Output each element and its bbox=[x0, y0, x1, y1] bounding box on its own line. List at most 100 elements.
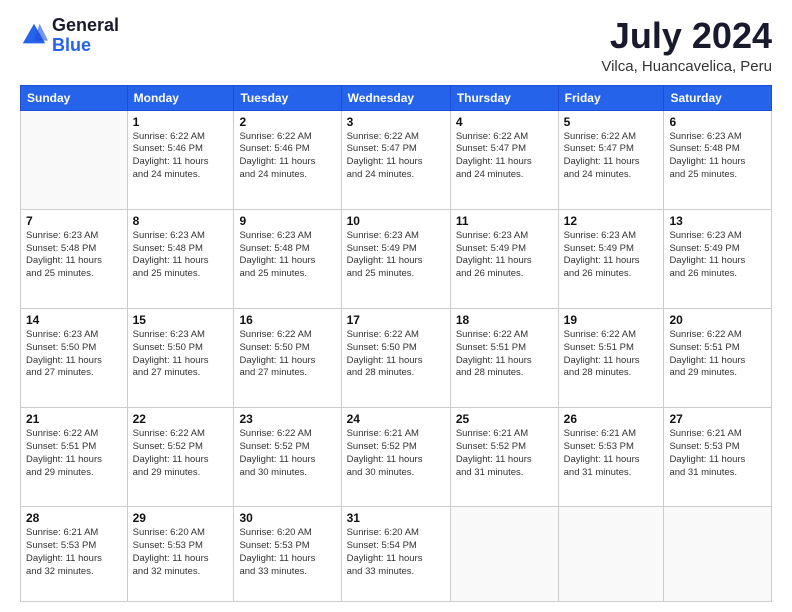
day-cell: 15 Sunrise: 6:23 AM Sunset: 5:50 PM Dayli… bbox=[127, 309, 234, 408]
day-number: 3 bbox=[347, 115, 445, 129]
day-cell: 16 Sunrise: 6:22 AM Sunset: 5:50 PM Dayli… bbox=[234, 309, 341, 408]
day-cell: 25 Sunrise: 6:21 AM Sunset: 5:52 PM Dayli… bbox=[450, 408, 558, 507]
day-number: 25 bbox=[456, 412, 553, 426]
day-cell: 26Sunrise: 6:21 AM Sunset: 5:53 PM Dayli… bbox=[558, 408, 664, 507]
day-detail: Sunrise: 6:23 AM Sunset: 5:50 PM Dayligh… bbox=[133, 329, 229, 380]
header: General Blue July 2024 Vilca, Huancaveli… bbox=[20, 16, 772, 75]
day-number: 27 bbox=[669, 412, 766, 426]
day-number: 21 bbox=[26, 412, 122, 426]
day-number: 22 bbox=[133, 412, 229, 426]
day-number: 30 bbox=[239, 511, 335, 525]
day-cell bbox=[664, 507, 772, 602]
day-detail: Sunrise: 6:22 AM Sunset: 5:47 PM Dayligh… bbox=[347, 131, 445, 182]
day-number: 6 bbox=[669, 115, 766, 129]
col-header-thursday: Thursday bbox=[450, 85, 558, 110]
day-cell: 2 Sunrise: 6:22 AM Sunset: 5:46 PM Daylig… bbox=[234, 110, 341, 209]
day-cell: 6 Sunrise: 6:23 AM Sunset: 5:48 PM Daylig… bbox=[664, 110, 772, 209]
day-cell: 31 Sunrise: 6:20 AM Sunset: 5:54 PM Dayli… bbox=[341, 507, 450, 602]
day-cell: 22 Sunrise: 6:22 AM Sunset: 5:52 PM Dayli… bbox=[127, 408, 234, 507]
day-cell: 13Sunrise: 6:23 AM Sunset: 5:49 PM Dayli… bbox=[664, 209, 772, 308]
day-detail: Sunrise: 6:22 AM Sunset: 5:50 PM Dayligh… bbox=[347, 329, 445, 380]
day-cell: 27 Sunrise: 6:21 AM Sunset: 5:53 PM Dayli… bbox=[664, 408, 772, 507]
day-detail: Sunrise: 6:22 AM Sunset: 5:47 PM Dayligh… bbox=[564, 131, 659, 182]
day-number: 17 bbox=[347, 313, 445, 327]
col-header-saturday: Saturday bbox=[664, 85, 772, 110]
day-detail: Sunrise: 6:21 AM Sunset: 5:53 PM Dayligh… bbox=[26, 527, 122, 578]
col-header-wednesday: Wednesday bbox=[341, 85, 450, 110]
day-number: 26 bbox=[564, 412, 659, 426]
day-number: 5 bbox=[564, 115, 659, 129]
logo: General Blue bbox=[20, 16, 119, 56]
day-detail: Sunrise: 6:22 AM Sunset: 5:51 PM Dayligh… bbox=[669, 329, 766, 380]
week-row-2: 7Sunrise: 6:23 AM Sunset: 5:48 PM Daylig… bbox=[21, 209, 772, 308]
day-detail: Sunrise: 6:23 AM Sunset: 5:48 PM Dayligh… bbox=[133, 230, 229, 281]
day-number: 15 bbox=[133, 313, 229, 327]
col-header-monday: Monday bbox=[127, 85, 234, 110]
day-number: 12 bbox=[564, 214, 659, 228]
day-number: 24 bbox=[347, 412, 445, 426]
location: Vilca, Huancavelica, Peru bbox=[601, 58, 772, 75]
day-detail: Sunrise: 6:22 AM Sunset: 5:51 PM Dayligh… bbox=[456, 329, 553, 380]
col-header-sunday: Sunday bbox=[21, 85, 128, 110]
day-cell bbox=[558, 507, 664, 602]
day-detail: Sunrise: 6:21 AM Sunset: 5:52 PM Dayligh… bbox=[456, 428, 553, 479]
day-cell: 18Sunrise: 6:22 AM Sunset: 5:51 PM Dayli… bbox=[450, 309, 558, 408]
day-detail: Sunrise: 6:20 AM Sunset: 5:53 PM Dayligh… bbox=[239, 527, 335, 578]
col-header-friday: Friday bbox=[558, 85, 664, 110]
day-detail: Sunrise: 6:22 AM Sunset: 5:52 PM Dayligh… bbox=[239, 428, 335, 479]
day-cell bbox=[450, 507, 558, 602]
day-detail: Sunrise: 6:20 AM Sunset: 5:53 PM Dayligh… bbox=[133, 527, 229, 578]
day-number: 29 bbox=[133, 511, 229, 525]
day-cell bbox=[21, 110, 128, 209]
logo-blue: Blue bbox=[52, 36, 119, 56]
calendar-table: SundayMondayTuesdayWednesdayThursdayFrid… bbox=[20, 85, 772, 602]
logo-icon bbox=[20, 21, 48, 49]
day-detail: Sunrise: 6:22 AM Sunset: 5:47 PM Dayligh… bbox=[456, 131, 553, 182]
day-detail: Sunrise: 6:23 AM Sunset: 5:48 PM Dayligh… bbox=[669, 131, 766, 182]
week-row-5: 28Sunrise: 6:21 AM Sunset: 5:53 PM Dayli… bbox=[21, 507, 772, 602]
day-cell: 28Sunrise: 6:21 AM Sunset: 5:53 PM Dayli… bbox=[21, 507, 128, 602]
day-number: 23 bbox=[239, 412, 335, 426]
logo-text: General Blue bbox=[52, 16, 119, 56]
day-detail: Sunrise: 6:22 AM Sunset: 5:52 PM Dayligh… bbox=[133, 428, 229, 479]
day-cell: 3 Sunrise: 6:22 AM Sunset: 5:47 PM Daylig… bbox=[341, 110, 450, 209]
day-detail: Sunrise: 6:21 AM Sunset: 5:52 PM Dayligh… bbox=[347, 428, 445, 479]
day-cell: 1Sunrise: 6:22 AM Sunset: 5:46 PM Daylig… bbox=[127, 110, 234, 209]
day-detail: Sunrise: 6:22 AM Sunset: 5:51 PM Dayligh… bbox=[564, 329, 659, 380]
logo-general: General bbox=[52, 16, 119, 36]
day-detail: Sunrise: 6:21 AM Sunset: 5:53 PM Dayligh… bbox=[669, 428, 766, 479]
day-detail: Sunrise: 6:23 AM Sunset: 5:49 PM Dayligh… bbox=[669, 230, 766, 281]
day-detail: Sunrise: 6:22 AM Sunset: 5:51 PM Dayligh… bbox=[26, 428, 122, 479]
day-number: 10 bbox=[347, 214, 445, 228]
day-detail: Sunrise: 6:22 AM Sunset: 5:50 PM Dayligh… bbox=[239, 329, 335, 380]
day-cell: 14Sunrise: 6:23 AM Sunset: 5:50 PM Dayli… bbox=[21, 309, 128, 408]
day-number: 1 bbox=[133, 115, 229, 129]
day-cell: 7Sunrise: 6:23 AM Sunset: 5:48 PM Daylig… bbox=[21, 209, 128, 308]
day-number: 16 bbox=[239, 313, 335, 327]
day-cell: 23 Sunrise: 6:22 AM Sunset: 5:52 PM Dayli… bbox=[234, 408, 341, 507]
day-detail: Sunrise: 6:23 AM Sunset: 5:49 PM Dayligh… bbox=[564, 230, 659, 281]
day-cell: 17 Sunrise: 6:22 AM Sunset: 5:50 PM Dayli… bbox=[341, 309, 450, 408]
day-detail: Sunrise: 6:22 AM Sunset: 5:46 PM Dayligh… bbox=[239, 131, 335, 182]
day-cell: 21 Sunrise: 6:22 AM Sunset: 5:51 PM Dayli… bbox=[21, 408, 128, 507]
week-row-1: 1 Sunrise: 6:22 AM Sunset: 5:46 PM Daylig… bbox=[21, 110, 772, 209]
day-cell: 24 Sunrise: 6:21 AM Sunset: 5:52 PM Dayli… bbox=[341, 408, 450, 507]
day-detail: Sunrise: 6:23 AM Sunset: 5:48 PM Dayligh… bbox=[239, 230, 335, 281]
day-number: 8 bbox=[133, 214, 229, 228]
day-cell: 11Sunrise: 6:23 AM Sunset: 5:49 PM Dayli… bbox=[450, 209, 558, 308]
day-number: 20 bbox=[669, 313, 766, 327]
day-number: 11 bbox=[456, 214, 553, 228]
week-row-4: 21 Sunrise: 6:22 AM Sunset: 5:51 PM Dayli… bbox=[21, 408, 772, 507]
day-number: 14 bbox=[26, 313, 122, 327]
day-detail: Sunrise: 6:20 AM Sunset: 5:54 PM Dayligh… bbox=[347, 527, 445, 578]
day-number: 9 bbox=[239, 214, 335, 228]
day-cell: 30 Sunrise: 6:20 AM Sunset: 5:53 PM Dayli… bbox=[234, 507, 341, 602]
day-cell: 10 Sunrise: 6:23 AM Sunset: 5:49 PM Dayli… bbox=[341, 209, 450, 308]
month-title: July 2024 bbox=[601, 16, 772, 56]
day-number: 31 bbox=[347, 511, 445, 525]
header-row: SundayMondayTuesdayWednesdayThursdayFrid… bbox=[21, 85, 772, 110]
day-detail: Sunrise: 6:23 AM Sunset: 5:49 PM Dayligh… bbox=[347, 230, 445, 281]
day-detail: Sunrise: 6:23 AM Sunset: 5:48 PM Dayligh… bbox=[26, 230, 122, 281]
day-cell: 29 Sunrise: 6:20 AM Sunset: 5:53 PM Dayli… bbox=[127, 507, 234, 602]
day-number: 2 bbox=[239, 115, 335, 129]
